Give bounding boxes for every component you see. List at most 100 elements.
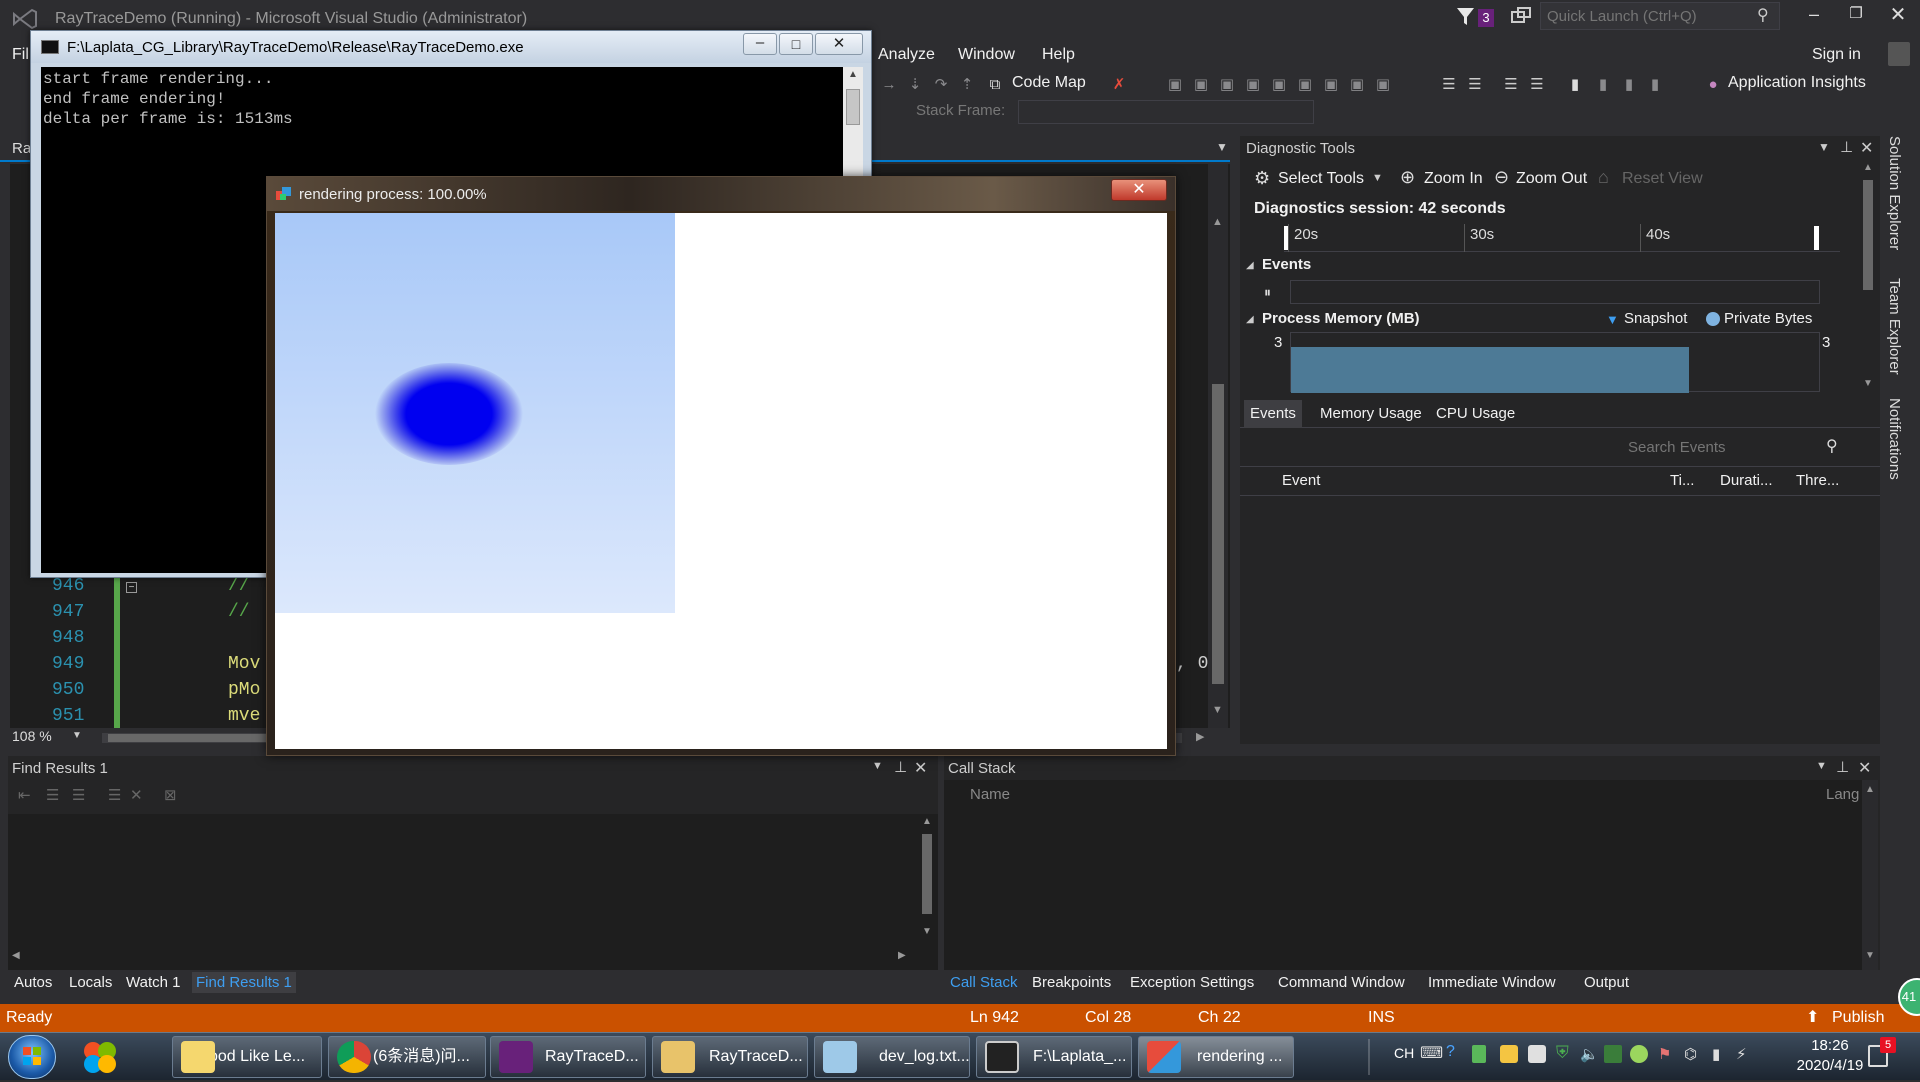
quick-launch-input[interactable] bbox=[1547, 6, 1747, 26]
scroll-right-icon[interactable]: ▶ bbox=[1196, 730, 1204, 743]
step-out-icon[interactable]: ⇡ bbox=[958, 76, 976, 94]
tab-autos[interactable]: Autos bbox=[14, 974, 52, 991]
memory-collapse-icon[interactable]: ◢ bbox=[1246, 314, 1254, 325]
toolbar-icon-d[interactable]: ▣ bbox=[1244, 76, 1262, 94]
diag-scroll-up-icon[interactable]: ▲ bbox=[1863, 162, 1873, 173]
find-scroll-right-icon[interactable]: ▶ bbox=[898, 950, 906, 961]
editor-tab[interactable]: Ra bbox=[12, 140, 31, 157]
zoom-in-button[interactable]: Zoom In bbox=[1424, 170, 1483, 188]
keyboard-icon[interactable]: ⌨ bbox=[1420, 1043, 1443, 1063]
pinned-app-icon[interactable] bbox=[82, 1039, 118, 1075]
toolbar-icon-l[interactable]: ☰ bbox=[1502, 76, 1520, 94]
tray-icon-c[interactable] bbox=[1528, 1045, 1546, 1063]
quick-launch-box[interactable]: ⚲ bbox=[1540, 2, 1780, 30]
ime-indicator[interactable]: CH bbox=[1394, 1045, 1414, 1061]
find-tool-icon-c[interactable]: ☰ bbox=[72, 786, 85, 804]
callstack-scroll-up-icon[interactable]: ▲ bbox=[1865, 784, 1875, 795]
callstack-pin-icon[interactable]: ⊥ bbox=[1836, 758, 1849, 776]
toolbar-icon-g[interactable]: ▣ bbox=[1322, 76, 1340, 94]
console-minimize-button[interactable]: – bbox=[743, 33, 777, 55]
menu-analyze[interactable]: Analyze bbox=[872, 40, 941, 70]
column-thread[interactable]: Thre... bbox=[1796, 472, 1839, 489]
callstack-scroll-down-icon[interactable]: ▼ bbox=[1865, 950, 1875, 961]
events-collapse-icon[interactable]: ◢ bbox=[1246, 260, 1254, 271]
side-tab-team-explorer[interactable]: Team Explorer bbox=[1886, 278, 1903, 375]
find-tool-icon-d[interactable]: ☰ bbox=[108, 786, 121, 804]
minimize-button[interactable]: – bbox=[1800, 4, 1828, 30]
taskbar-item-3[interactable]: RayTraceD... bbox=[652, 1036, 808, 1078]
reset-view-icon[interactable]: ⌂ bbox=[1598, 167, 1609, 188]
sign-in-link[interactable]: Sign in bbox=[1806, 40, 1867, 70]
search-events-box[interactable]: ⚲ bbox=[1628, 434, 1860, 460]
select-tools-dropdown-icon[interactable]: ▼ bbox=[1372, 172, 1383, 184]
tab-breakpoints[interactable]: Breakpoints bbox=[1032, 974, 1111, 991]
gear-icon[interactable]: ⚙ bbox=[1254, 168, 1270, 189]
side-tab-solution-explorer[interactable]: Solution Explorer bbox=[1886, 136, 1903, 250]
application-insights-button[interactable]: Application Insights bbox=[1728, 74, 1866, 92]
toolbar-icon-f[interactable]: ▣ bbox=[1296, 76, 1314, 94]
menu-window[interactable]: Window bbox=[952, 40, 1021, 70]
tab-command-window[interactable]: Command Window bbox=[1278, 974, 1405, 991]
volume-icon[interactable]: 🔈 bbox=[1580, 1045, 1599, 1063]
diag-vscrollbar[interactable]: ▲ ▼ bbox=[1860, 162, 1876, 394]
callstack-list[interactable]: Name Lang bbox=[944, 780, 1862, 970]
code-map-button[interactable]: Code Map bbox=[1012, 74, 1086, 92]
tab-overflow-dropdown-icon[interactable]: ▼ bbox=[1216, 140, 1228, 154]
search-events-icon[interactable]: ⚲ bbox=[1826, 436, 1838, 456]
restore-button[interactable]: ❐ bbox=[1842, 4, 1870, 30]
lightbulb-icon[interactable]: ● bbox=[1704, 76, 1722, 94]
taskbar-item-5[interactable]: F:\Laplata_... bbox=[976, 1036, 1132, 1078]
panel-close-icon[interactable]: ✕ bbox=[1860, 138, 1873, 158]
scroll-up-icon[interactable]: ▲ bbox=[1212, 216, 1223, 228]
start-button[interactable] bbox=[8, 1035, 56, 1079]
column-lang[interactable]: Lang bbox=[1826, 786, 1859, 803]
column-event[interactable]: Event bbox=[1282, 472, 1320, 489]
select-tools-button[interactable]: Select Tools bbox=[1278, 170, 1364, 188]
tab-memory-usage[interactable]: Memory Usage bbox=[1314, 400, 1428, 428]
find-tool-icon-b[interactable]: ☰ bbox=[46, 786, 59, 804]
scroll-down-icon[interactable]: ▼ bbox=[1212, 704, 1223, 716]
toolbar-icon-j[interactable]: ☰ bbox=[1440, 76, 1458, 94]
step-into-icon[interactable]: ⇣ bbox=[906, 76, 924, 94]
find-scroll-up-icon[interactable]: ▲ bbox=[922, 816, 932, 827]
timeline-ruler[interactable]: 20s 30s 40s bbox=[1284, 224, 1840, 252]
toolbar-icon-b[interactable]: ▣ bbox=[1192, 76, 1210, 94]
publish-arrow-icon[interactable]: ⬆ bbox=[1806, 1004, 1819, 1032]
tray-icon-b[interactable] bbox=[1500, 1045, 1518, 1063]
console-scroll-up-icon[interactable]: ▲ bbox=[848, 69, 858, 80]
column-name[interactable]: Name bbox=[970, 786, 1010, 803]
zoom-dropdown-icon[interactable]: ▼ bbox=[72, 730, 82, 741]
search-events-input[interactable] bbox=[1628, 436, 1818, 458]
toolbar-icon-e[interactable]: ▣ bbox=[1270, 76, 1288, 94]
taskbar-item-2[interactable]: RayTraceD... bbox=[490, 1036, 646, 1078]
zoom-out-button[interactable]: Zoom Out bbox=[1516, 170, 1587, 188]
find-results-area[interactable]: ▲ ▼ ◀ ▶ bbox=[8, 814, 938, 970]
tray-icon-f[interactable]: ⚑ bbox=[1658, 1045, 1671, 1063]
column-duration[interactable]: Durati... bbox=[1720, 472, 1773, 489]
menu-help[interactable]: Help bbox=[1036, 40, 1081, 70]
stack-frame-dropdown[interactable] bbox=[1018, 100, 1314, 124]
hscroll-thumb[interactable] bbox=[108, 734, 268, 742]
security-shield-icon[interactable]: ⛨ bbox=[1556, 1043, 1569, 1063]
toolbar-icon-n[interactable]: ▮ bbox=[1594, 76, 1612, 94]
zoom-out-icon[interactable]: ⊖ bbox=[1494, 167, 1509, 188]
bookmark-icon[interactable]: ▮ bbox=[1566, 76, 1584, 94]
tray-icon-a[interactable] bbox=[1472, 1045, 1486, 1063]
find-scroll-thumb[interactable] bbox=[922, 834, 932, 914]
toolbar-icon-i[interactable]: ▣ bbox=[1374, 76, 1392, 94]
clock-time[interactable]: 18:26 bbox=[1790, 1037, 1870, 1054]
console-scroll-thumb[interactable] bbox=[846, 89, 860, 125]
step-forward-icon[interactable]: → bbox=[880, 76, 898, 94]
toolbar-icon-o[interactable]: ▮ bbox=[1620, 76, 1638, 94]
tray-icon-e[interactable] bbox=[1630, 1045, 1648, 1063]
zoom-in-icon[interactable]: ⊕ bbox=[1400, 167, 1415, 188]
callstack-close-icon[interactable]: ✕ bbox=[1858, 758, 1871, 778]
signal-icon[interactable]: ▮ bbox=[1712, 1045, 1720, 1063]
find-tool-icon-a[interactable]: ⇤ bbox=[18, 786, 31, 804]
find-pin-icon[interactable]: ⊥ bbox=[894, 758, 907, 776]
taskbar-item-6[interactable]: rendering ... bbox=[1138, 1036, 1294, 1078]
column-time[interactable]: Ti... bbox=[1670, 472, 1694, 489]
toolbar-icon-k[interactable]: ☰ bbox=[1466, 76, 1484, 94]
notification-count-badge[interactable]: 3 bbox=[1478, 9, 1494, 27]
find-vscrollbar[interactable]: ▲ ▼ bbox=[918, 814, 936, 944]
